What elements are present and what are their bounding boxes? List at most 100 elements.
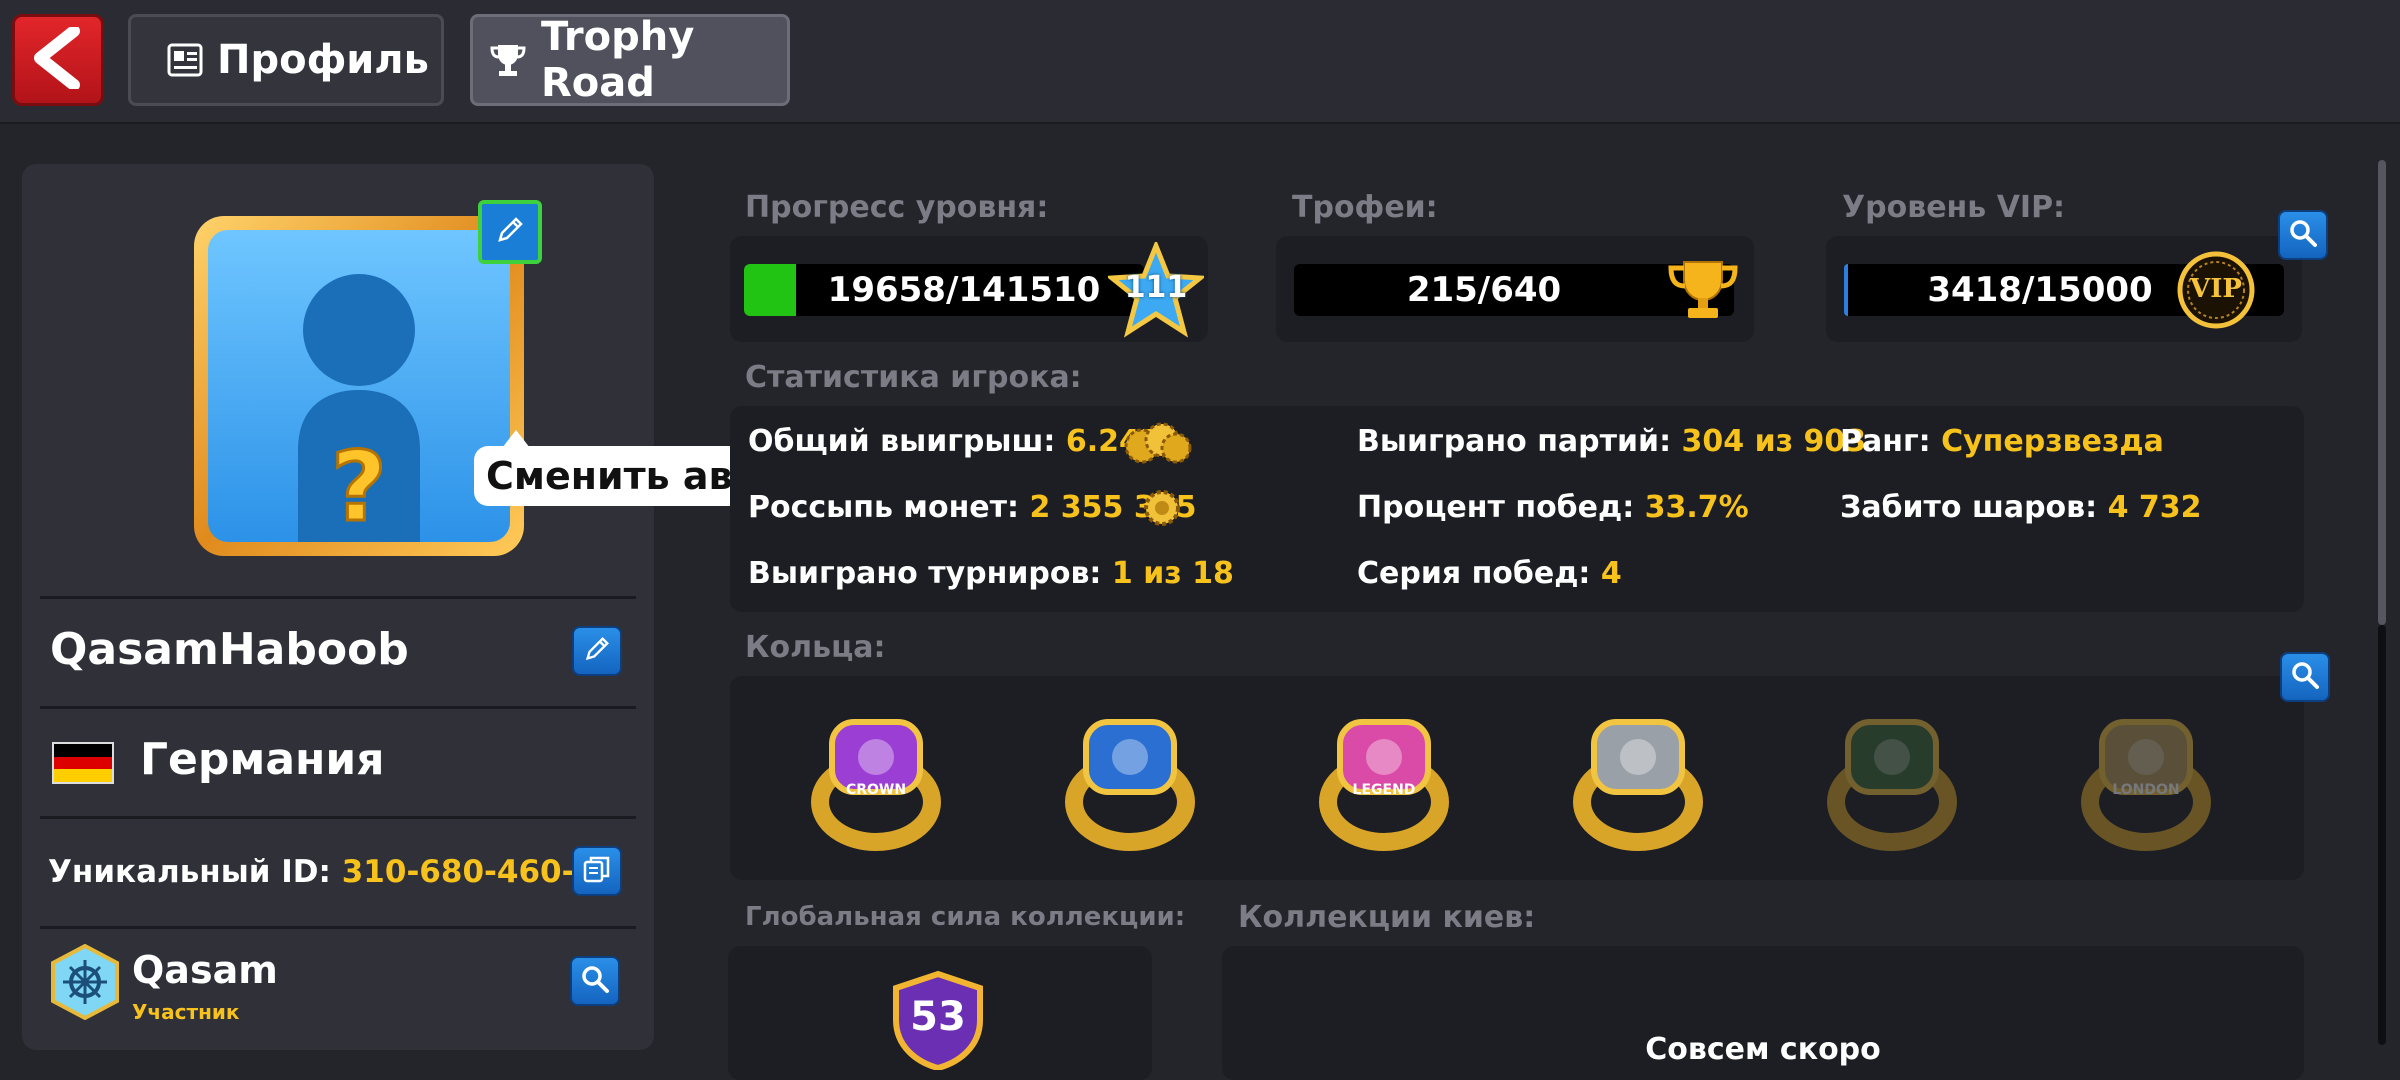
vip-level-label: Уровень VIP:	[1842, 190, 2066, 225]
level-progress-label: Прогресс уровня:	[745, 190, 1049, 225]
shield-icon: 53	[890, 970, 986, 1074]
divider	[40, 596, 636, 599]
back-button[interactable]	[12, 14, 104, 106]
collection-power-label: Глобальная сила коллекции:	[745, 902, 1186, 932]
pencil-icon	[494, 214, 526, 250]
avatar[interactable]: ?	[208, 230, 510, 542]
club-role: Участник	[132, 1000, 240, 1024]
stat-rank: Ранг: Суперзвезда	[1840, 424, 2164, 459]
ring-item[interactable]	[1822, 702, 1962, 852]
rings-info-button[interactable]	[2280, 652, 2330, 702]
ring-icon	[811, 719, 941, 851]
level-star-badge: 111	[1105, 239, 1207, 342]
ring-icon	[1573, 719, 1703, 851]
stat-win-rate-value: 33.7%	[1644, 490, 1749, 525]
country-name: Германия	[140, 734, 385, 785]
ring-item[interactable]: LEGEND	[1314, 702, 1454, 852]
vip-progress-fill	[1844, 264, 1849, 316]
level-progress-bar: 19658/141510	[744, 264, 1144, 316]
level-progress-value: 19658/141510	[827, 270, 1101, 310]
pencil-icon	[582, 634, 612, 668]
stat-games-won-value: 304 из 903	[1681, 424, 1867, 459]
divider	[40, 706, 636, 709]
ring-label: LONDON	[2112, 782, 2180, 798]
rings-label: Кольца:	[745, 630, 886, 665]
ring-icon	[2081, 719, 2211, 851]
edit-username-button[interactable]	[572, 626, 622, 676]
ring-icon	[1319, 719, 1449, 851]
unique-id: Уникальный ID: 310-680-460-3	[48, 854, 596, 890]
level-progress-card: 19658/141510 111	[730, 236, 1208, 342]
ring-item[interactable]	[1060, 702, 1200, 852]
tab-trophy-road[interactable]: Trophy Road	[470, 14, 790, 106]
stat-games-won-label: Выиграно партий:	[1357, 424, 1672, 459]
stat-tournaments: Выиграно турниров: 1 из 18	[748, 556, 1234, 591]
stat-total-win: Общий выигрыш: 6.24B	[748, 424, 1163, 459]
ring-label: CROWN	[845, 782, 907, 798]
level-number: 111	[1124, 270, 1188, 305]
stat-win-rate: Процент побед: 33.7%	[1357, 490, 1749, 525]
club-name: Qasam	[132, 948, 278, 992]
svg-text:?: ?	[331, 431, 387, 542]
profile-panel: ? Сменить аватар QasamHaboob Германия Ун…	[22, 164, 846, 1050]
username: QasamHaboob	[50, 624, 409, 675]
unique-id-value: 310-680-460-3	[341, 854, 597, 890]
stat-games-won: Выиграно партий: 304 из 903	[1357, 424, 1866, 459]
club-search-button[interactable]	[570, 956, 620, 1006]
tab-profile-label: Профиль	[217, 37, 429, 83]
trophy-icon	[489, 42, 527, 78]
stat-win-streak: Серия побед: 4	[1357, 556, 1622, 591]
trophies-card: 215/640	[1276, 236, 1754, 342]
ring-item[interactable]: CROWN	[806, 702, 946, 852]
rings-card	[730, 676, 2304, 880]
stat-tournaments-value: 1 из 18	[1111, 556, 1234, 591]
copy-id-button[interactable]	[572, 846, 622, 896]
divider	[40, 926, 636, 929]
edit-avatar-button[interactable]	[478, 200, 542, 264]
ring-icon	[1065, 719, 1195, 851]
player-stats-label: Статистика игрока:	[745, 360, 1082, 395]
divider	[40, 816, 636, 819]
chevron-left-icon	[30, 25, 86, 93]
copy-icon	[582, 854, 612, 888]
unique-id-label: Уникальный ID:	[48, 854, 331, 890]
stat-coins-label: Россыпь монет:	[748, 490, 1020, 525]
scrollbar-thumb[interactable]	[2378, 160, 2386, 625]
search-icon	[2288, 218, 2318, 252]
stat-win-rate-label: Процент побед:	[1357, 490, 1635, 525]
collection-power-card: 53	[728, 946, 1152, 1080]
ring-item[interactable]	[1568, 702, 1708, 852]
top-bar: Профиль Trophy Road	[0, 0, 2400, 124]
cue-collections-card: Совсем скоро	[1222, 946, 2304, 1080]
cue-collections-label: Коллекции киев:	[1238, 900, 1536, 935]
coins-stack-icon	[1124, 420, 1192, 470]
vip-info-button[interactable]	[2278, 210, 2328, 260]
stat-balls-potted: Забито шаров: 4 732	[1840, 490, 2202, 525]
stat-tournaments-label: Выиграно турниров:	[748, 556, 1102, 591]
ring-icon	[1827, 719, 1957, 851]
ring-label: LEGEND	[1352, 782, 1416, 798]
stat-total-win-label: Общий выигрыш:	[748, 424, 1056, 459]
vip-level-card: 3418/15000 VIP	[1826, 236, 2302, 342]
search-icon	[580, 964, 610, 998]
vip-progress-value: 3418/15000	[1927, 270, 2153, 310]
club-emblem-icon	[50, 943, 120, 1024]
vip-badge-icon: VIP	[2176, 250, 2256, 334]
cue-collections-status: Совсем скоро	[1645, 1032, 1881, 1067]
stat-rank-value: Суперзвезда	[1941, 424, 2164, 459]
profile-card-icon	[167, 43, 203, 77]
avatar-frame: ?	[194, 216, 524, 556]
trophies-label: Трофеи:	[1292, 190, 1438, 225]
search-icon	[2290, 660, 2320, 694]
tab-profile[interactable]: Профиль	[128, 14, 444, 106]
stat-win-streak-label: Серия побед:	[1357, 556, 1591, 591]
coin-icon	[1142, 488, 1182, 532]
scrollbar-track[interactable]	[2378, 625, 2386, 1045]
germany-flag-icon	[52, 742, 114, 784]
vip-badge-text: VIP	[2190, 274, 2242, 304]
stat-win-streak-value: 4	[1600, 556, 1622, 591]
ring-item[interactable]: LONDON	[2076, 702, 2216, 852]
silhouette-question-avatar: ?	[298, 274, 420, 542]
collection-power-value: 53	[910, 994, 966, 1040]
stat-coins: Россыпь монет: 2 355 365	[748, 490, 1197, 525]
